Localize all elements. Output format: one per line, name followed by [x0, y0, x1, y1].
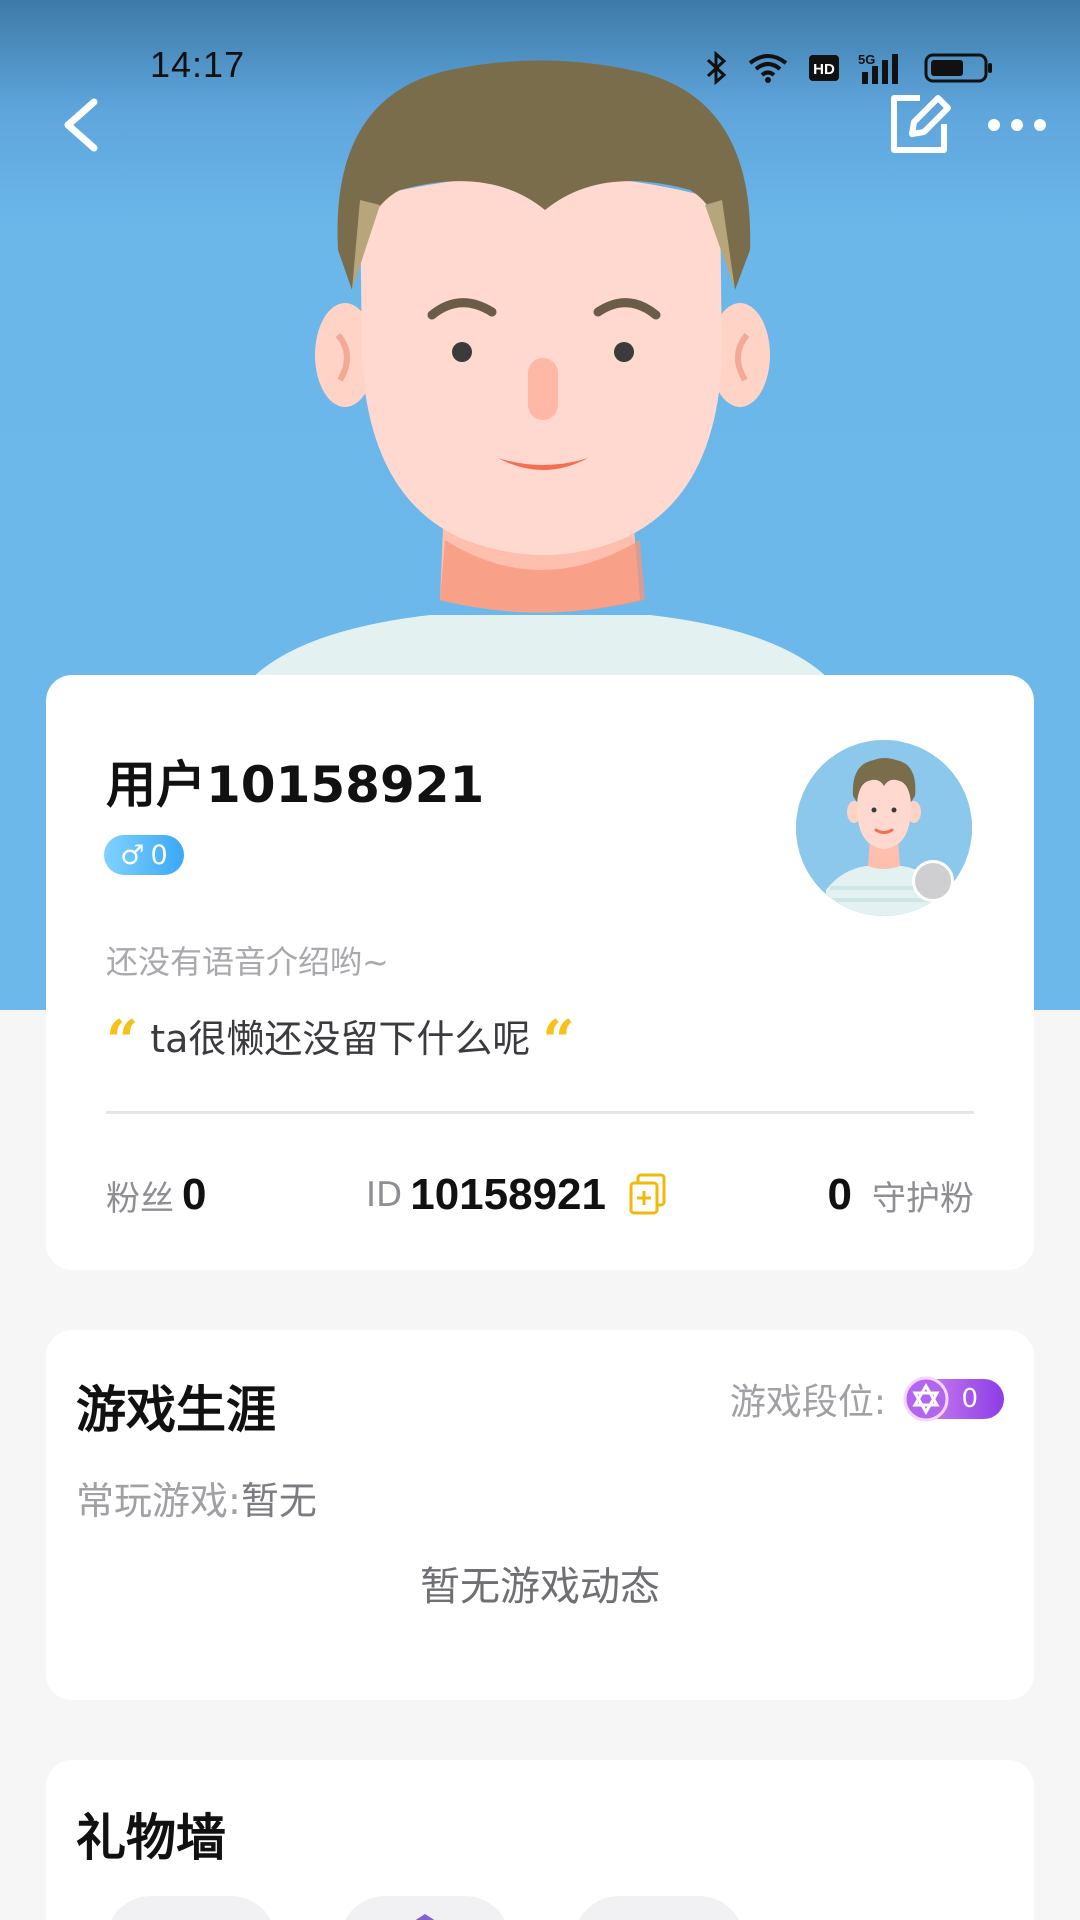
gender-level-badge: ♂ 0: [104, 835, 184, 875]
svg-text:HD: HD: [813, 61, 835, 78]
quote-open-icon: “: [106, 1008, 139, 1074]
gift-wall-card: 礼物墙: [46, 1760, 1034, 1920]
favorite-games: 常玩游戏:暂无: [76, 1470, 317, 1525]
signal-5g-icon: 5G: [858, 52, 898, 84]
game-career-title: 游戏生涯: [76, 1381, 276, 1439]
online-status-dot: [912, 860, 954, 902]
profile-card: 用户10158921 ♂ 0 还没有语音介绍哟~ “ ta很懒还没留下什么呢 “…: [46, 675, 1034, 1270]
divider: [106, 1111, 974, 1114]
fans-stat[interactable]: 粉丝 0: [106, 1165, 206, 1225]
gift-item[interactable]: [574, 1896, 744, 1920]
username: 用户10158921: [106, 756, 485, 814]
bluetooth-icon: [706, 51, 727, 85]
chevron-left-icon: [64, 98, 98, 152]
gender-level-value: 0: [150, 839, 168, 871]
favorite-games-label: 常玩游戏:: [76, 1479, 241, 1523]
more-options-button[interactable]: [984, 100, 1050, 150]
gift-item[interactable]: [106, 1896, 276, 1920]
profile-page: 14:17 HD 5G 用户10158921 ♂ 0 还没有语音介绍哟~ “ t…: [0, 0, 1080, 1920]
quote-close-icon: “: [542, 1008, 575, 1074]
svg-text:5G: 5G: [858, 52, 875, 67]
edit-icon: [891, 95, 951, 153]
gift-icon: [415, 1914, 435, 1920]
favorite-games-value: 暂无: [240, 1479, 317, 1523]
guard-count: 0: [827, 1170, 852, 1219]
hd-icon: HD: [809, 55, 839, 81]
back-button[interactable]: [56, 90, 116, 160]
stats-row: 粉丝 0 ID 10158921 0 守护粉: [106, 1165, 974, 1225]
game-rank[interactable]: 游戏段位: 0: [730, 1374, 1004, 1424]
user-id-stat: ID 10158921: [366, 1165, 668, 1225]
guard-fans-stat[interactable]: 0 守护粉: [828, 1165, 974, 1225]
rank-label: 游戏段位:: [729, 1382, 886, 1423]
id-label: ID: [366, 1175, 403, 1215]
wifi-icon: [748, 54, 788, 83]
rank-badge: 0: [903, 1376, 1004, 1422]
gift-wall-title: 礼物墙: [76, 1809, 226, 1867]
copy-icon[interactable]: [628, 1173, 668, 1217]
male-icon: ♂: [120, 839, 145, 871]
gift-icon: [106, 1896, 276, 1920]
bio: “ ta很懒还没留下什么呢 “: [106, 1005, 575, 1069]
gift-list: [106, 1896, 744, 1920]
gift-item[interactable]: [340, 1896, 510, 1920]
fans-count: 0: [182, 1170, 207, 1219]
more-dots-icon: [988, 119, 1046, 131]
status-icons: HD 5G: [704, 48, 994, 88]
empty-game-activity: 暂无游戏动态: [420, 1564, 660, 1610]
id-value: 10158921: [410, 1170, 606, 1219]
battery-icon: [924, 53, 992, 83]
gift-icon: [574, 1896, 744, 1920]
top-nav: [0, 90, 1080, 160]
guard-label: 守护粉: [872, 1178, 974, 1219]
bio-text: ta很懒还没留下什么呢: [150, 1016, 531, 1061]
edit-profile-button[interactable]: [886, 90, 952, 160]
game-career-card: 游戏生涯 游戏段位: 0 常玩游戏:暂无 暂无游戏动态: [46, 1330, 1034, 1700]
fans-label: 粉丝: [106, 1178, 174, 1219]
rank-star-icon: [903, 1376, 949, 1422]
rank-value: 0: [961, 1384, 978, 1414]
status-time: 14:17: [150, 44, 246, 85]
voice-intro-text[interactable]: 还没有语音介绍哟~: [106, 937, 389, 983]
